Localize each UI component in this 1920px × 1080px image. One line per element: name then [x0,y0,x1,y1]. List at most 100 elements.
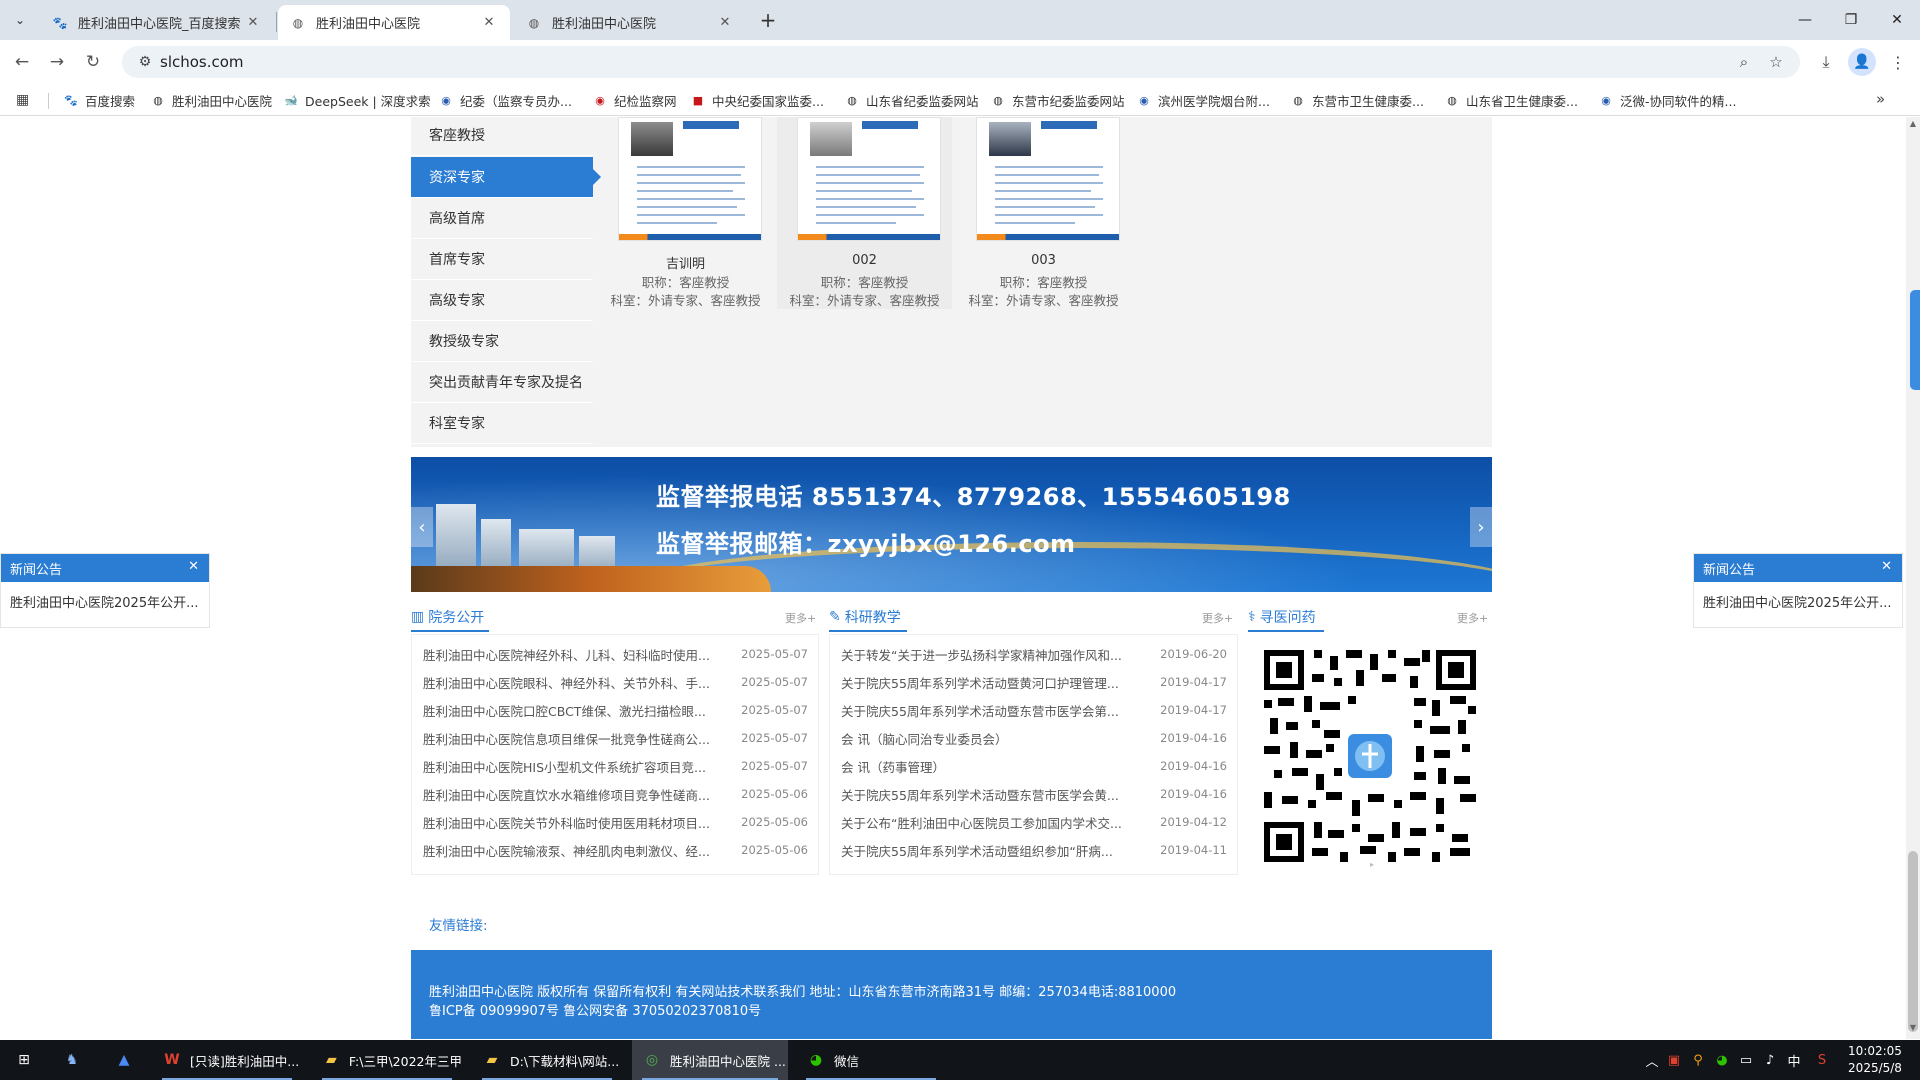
download-icon[interactable]: ⤓ [1812,48,1840,76]
news-item[interactable]: 胜利油田中心医院信息项目维保一批竞争性磋商公... 2025-05-07 [412,724,818,752]
news-title[interactable]: 胜利油田中心医院眼科、神经外科、关节外科、手... [423,673,723,692]
news-title[interactable]: 胜利油田中心医院直饮水水箱维修项目竞争性磋商... [423,785,723,804]
new-tab-button[interactable]: + [756,8,780,32]
bookmark-item[interactable]: ◉ 纪委（监察专员办... [438,90,572,110]
tab-baidu-search[interactable]: 🐾 胜利油田中心医院_百度搜索 ✕ [40,5,274,40]
taskbar-clock[interactable]: 10:02:05 2025/5/8 [1840,1043,1910,1077]
tab-hospital-active[interactable]: ◍ 胜利油田中心医院 ✕ [278,5,510,40]
news-title[interactable]: 会 讯（药事管理） [841,757,1141,776]
bookmark-item[interactable]: ◉ 纪检监察网 [592,90,676,110]
restore-button[interactable]: ❐ [1828,0,1874,40]
taskbar-pinned-app[interactable]: ♞ [56,1040,88,1080]
menu-item-visiting-professor[interactable]: 客座教授 [411,115,593,156]
bookmark-star-icon[interactable]: ☆ [1764,50,1788,74]
expert-name[interactable]: 吉训明 [598,253,773,272]
taskbar-pinned-app[interactable]: ▲ [108,1040,140,1080]
column-header-consult[interactable]: ⚕ 寻医问药 [1248,605,1316,629]
expert-poster-image[interactable] [976,117,1120,241]
site-info-icon[interactable]: ⚙ [130,54,160,70]
news-title[interactable]: 关于院庆55周年系列学术活动暨黄河口护理管理... [841,673,1141,692]
bookmark-item[interactable]: 🐾 百度搜索 [63,90,135,110]
news-item[interactable]: 胜利油田中心医院口腔CBCT维保、激光扫描检眼... 2025-05-07 [412,696,818,724]
bookmark-item[interactable]: ◉ 泛微-协同软件的精... [1598,90,1736,110]
url-text[interactable]: slchos.com [160,53,244,71]
close-icon[interactable]: ✕ [1881,559,1892,574]
back-button[interactable]: ← [8,48,36,76]
scrollbar-thumb[interactable] [1908,851,1918,1032]
menu-item-young-expert[interactable]: 突出贡献青年专家及提名 [411,362,593,403]
news-item[interactable]: 会 讯（脑心同治专业委员会） 2019-04-16 [830,724,1237,752]
column-header-affairs[interactable]: ▥ 院务公开 [411,605,484,629]
close-icon[interactable]: ✕ [480,14,498,32]
expert-card[interactable]: 吉训明 职称：客座教授 科室：外请专家、客座教授 [598,117,773,309]
news-title[interactable]: 关于院庆55周年系列学术活动暨组织参加“肝病... [841,841,1141,860]
expert-card[interactable]: 003 职称：客座教授 科室：外请专家、客座教授 [956,117,1131,309]
tray-sogou-icon[interactable]: S [1812,1050,1832,1070]
news-item[interactable]: 胜利油田中心医院输液泵、神经肌肉电刺激仪、经... 2025-05-06 [412,836,818,864]
news-item[interactable]: 关于院庆55周年系列学术活动暨黄河口护理管理... 2019-04-17 [830,668,1237,696]
bookmark-item[interactable]: ■ 中央纪委国家监委... [690,90,824,110]
tab-search-button[interactable]: ⌄ [8,8,32,32]
tray-wechat-icon[interactable]: ◕ [1712,1050,1732,1070]
bookmark-item[interactable]: ◍ 东营市纪委监委网站 [990,90,1124,110]
close-window-button[interactable]: ✕ [1874,0,1920,40]
news-item[interactable]: 关于院庆55周年系列学术活动暨东营市医学会黄... 2019-04-16 [830,780,1237,808]
side-panel-handle[interactable] [1910,290,1920,390]
start-button[interactable]: ⊞ [0,1040,48,1080]
forward-button[interactable]: → [43,48,71,76]
menu-item-senior-expert[interactable]: 资深专家 [411,157,601,198]
address-bar[interactable]: ⚙ slchos.com ⌕ ☆ [122,46,1800,78]
news-title[interactable]: 会 讯（脑心同治专业委员会） [841,729,1141,748]
news-item[interactable]: 胜利油田中心医院HIS小型机文件系统扩容项目竞... 2025-05-07 [412,752,818,780]
bookmark-item[interactable]: ◍ 山东省纪委监委网站 [844,90,978,110]
news-title[interactable]: 胜利油田中心医院HIS小型机文件系统扩容项目竞... [423,757,723,776]
footer-icp[interactable]: 鲁ICP备 09099907号 鲁公网安备 37050202370810号 [429,1000,761,1019]
menu-item-professor-expert[interactable]: 教授级专家 [411,321,593,362]
close-icon[interactable]: ✕ [188,559,199,574]
tray-volume-icon[interactable]: ♪ [1760,1050,1780,1070]
more-link[interactable]: 更多+ [785,610,816,626]
taskbar-app-folder[interactable]: ▰ F:\三甲\2022年三甲 [312,1040,462,1080]
reload-button[interactable]: ↻ [79,48,107,76]
menu-item-department-expert[interactable]: 科室专家 [411,403,593,444]
news-title[interactable]: 关于院庆55周年系列学术活动暨东营市医学会第... [841,701,1141,720]
scroll-down-arrow-icon[interactable]: ▼ [1906,1023,1920,1037]
report-hotline-banner[interactable]: 监督举报电话 8551374、8779268、15554605198 监督举报邮… [411,457,1492,592]
tray-network-icon[interactable]: ▭ [1736,1050,1756,1070]
expert-poster-image[interactable] [618,117,762,241]
bookmark-item[interactable]: 🐋 DeepSeek | 深度求索 [283,90,431,110]
news-item[interactable]: 关于转发“关于进一步弘扬科学家精神加强作风和... 2019-06-20 [830,640,1237,668]
column-header-research[interactable]: ✎ 科研教学 [829,605,901,629]
news-item[interactable]: 关于公布“胜利油田中心医院员工参加国内学术交... 2019-04-12 [830,808,1237,836]
more-link[interactable]: 更多+ [1457,610,1488,626]
profile-avatar-icon[interactable]: 👤 [1848,48,1876,76]
news-title[interactable]: 关于院庆55周年系列学术活动暨东营市医学会黄... [841,785,1141,804]
bookmark-item[interactable]: ◍ 东营市卫生健康委... [1290,90,1424,110]
bookmark-item[interactable]: ◉ 滨州医学院烟台附... [1136,90,1270,110]
news-title[interactable]: 关于转发“关于进一步弘扬科学家精神加强作风和... [841,645,1141,664]
news-item[interactable]: 胜利油田中心医院关节外科临时使用医用耗材项目... 2025-05-06 [412,808,818,836]
tray-app-red-icon[interactable]: ▣ [1664,1050,1684,1070]
taskbar-app-wechat[interactable]: ◕ 微信 [796,1040,946,1080]
taskbar-app-wps[interactable]: W [只读]胜利油田中... [152,1040,302,1080]
news-item[interactable]: 胜利油田中心医院神经外科、儿科、妇科临时使用... 2025-05-07 [412,640,818,668]
tray-search-icon[interactable]: ⚲ [1688,1050,1708,1070]
expert-name[interactable]: 003 [956,253,1131,268]
menu-item-high-expert[interactable]: 高级专家 [411,280,593,321]
news-title[interactable]: 关于公布“胜利油田中心医院员工参加国内学术交... [841,813,1141,832]
scroll-up-arrow-icon[interactable]: ▲ [1906,119,1920,133]
taskbar-app-chrome[interactable]: ◎ 胜利油田中心医院 ... [632,1040,788,1080]
apps-grid-icon[interactable]: ▦ [16,92,34,110]
zoom-search-icon[interactable]: ⌕ [1732,50,1756,74]
notice-link[interactable]: 胜利油田中心医院2025年公开... [1,582,209,621]
notice-link[interactable]: 胜利油田中心医院2025年公开... [1694,582,1902,621]
bookmark-item[interactable]: ◍ 山东省卫生健康委... [1444,90,1578,110]
more-link[interactable]: 更多+ [1202,610,1233,626]
bookmark-item[interactable]: ◍ 胜利油田中心医院 [150,90,272,110]
taskbar-app-folder[interactable]: ▰ D:\下载材料\网站... [472,1040,622,1080]
news-item[interactable]: 胜利油田中心医院眼科、神经外科、关节外科、手... 2025-05-07 [412,668,818,696]
close-icon[interactable]: ✕ [716,14,734,32]
news-item[interactable]: 关于院庆55周年系列学术活动暨东营市医学会第... 2019-04-17 [830,696,1237,724]
news-item[interactable]: 关于院庆55周年系列学术活动暨组织参加“肝病... 2019-04-11 [830,836,1237,864]
menu-item-senior-chief[interactable]: 高级首席 [411,198,593,239]
